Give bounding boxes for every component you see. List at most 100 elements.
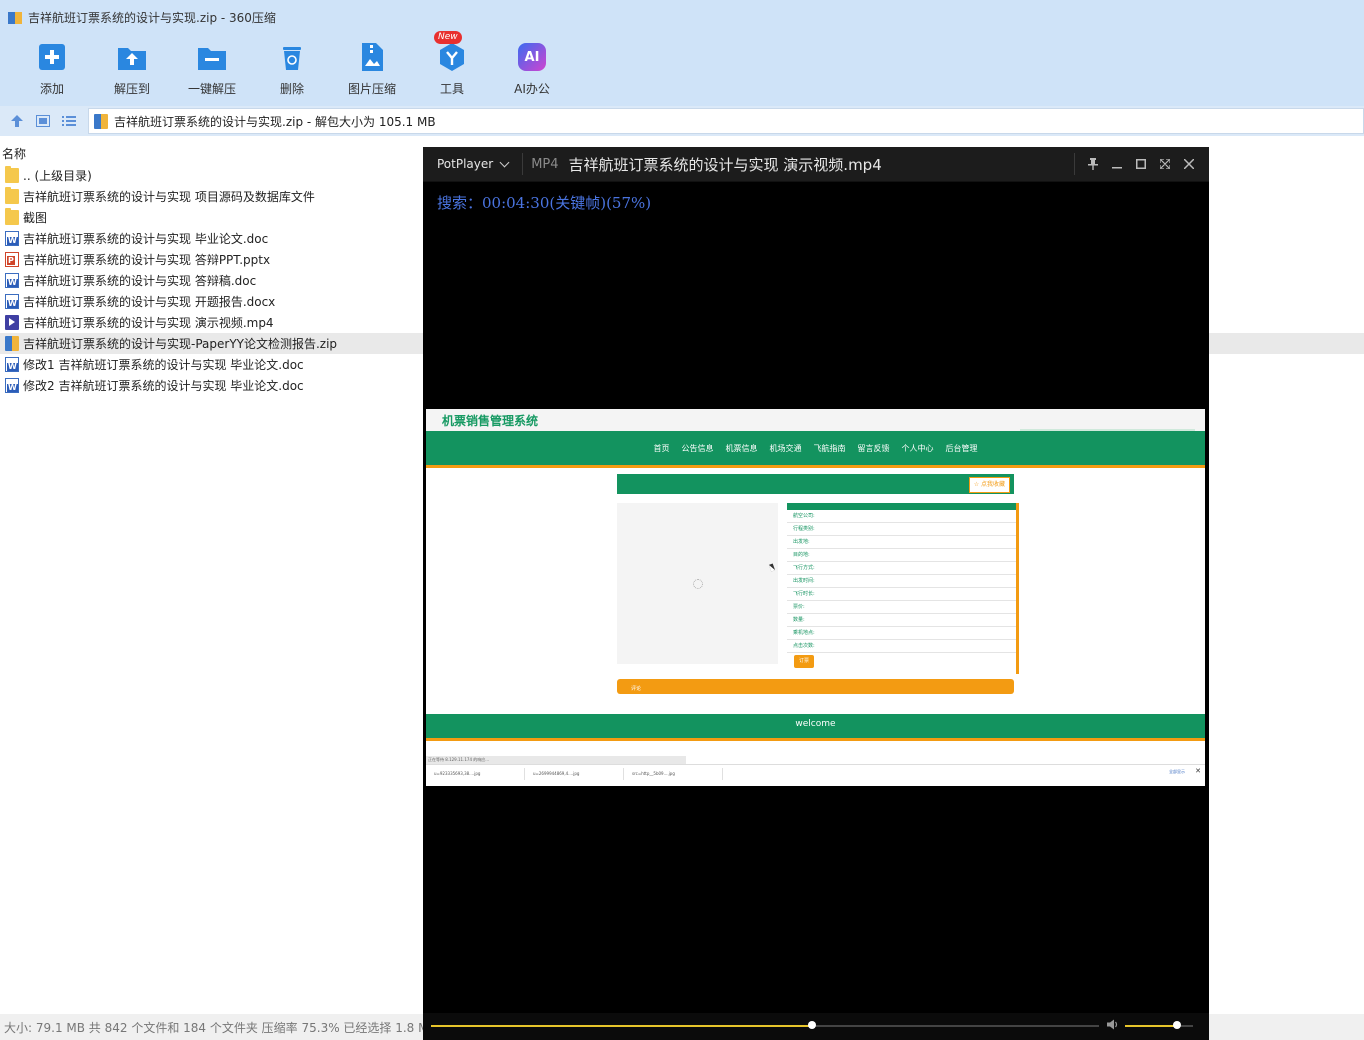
ai-office-button[interactable]: AI AI办公 — [492, 34, 572, 106]
player-titlebar: PotPlayer MP4 吉祥航班订票系统的设计与实现 演示视频.mp4 — [423, 147, 1209, 182]
file-name: 吉祥航班订票系统的设计与实现 开题报告.docx — [23, 295, 276, 309]
status-text: 大小: 79.1 MB 共 842 个文件和 184 个文件夹 压缩率 75.3… — [4, 1020, 423, 1035]
file-name: 吉祥航班订票系统的设计与实现 答辩PPT.pptx — [23, 253, 271, 267]
favorite-button: ☆ 点我收藏 — [968, 477, 1010, 493]
pin-button[interactable] — [1081, 152, 1105, 176]
window-titlebar: 吉祥航班订票系统的设计与实现.zip - 360压缩 — [0, 0, 1364, 34]
nav-item: 留言反馈 — [857, 443, 890, 453]
up-arrow-icon — [11, 115, 23, 127]
potplayer-window: PotPlayer MP4 吉祥航班订票系统的设计与实现 演示视频.mp4 搜索… — [423, 147, 1209, 1040]
nav-item: 机场交通 — [769, 443, 802, 453]
tools-icon — [440, 43, 464, 71]
window-controls — [1074, 147, 1201, 181]
file-row[interactable]: 吉祥航班订票系统的设计与实现 演示视频.mp4 — [0, 312, 423, 333]
up-level-button[interactable] — [8, 112, 26, 130]
extract-to-icon — [118, 48, 146, 70]
file-row[interactable]: 修改2 吉祥航班订票系统的设计与实现 毕业论文.doc — [0, 375, 423, 396]
volume-icon[interactable] — [1107, 1019, 1119, 1033]
minimize-button[interactable] — [1105, 152, 1129, 176]
info-field: 飞行方式: — [787, 562, 1016, 575]
add-label: 添加 — [39, 82, 64, 96]
site-footer: welcome — [426, 714, 1205, 741]
list-view-button[interactable] — [60, 112, 78, 130]
fullscreen-icon — [1160, 159, 1170, 169]
address-path: 吉祥航班订票系统的设计与实现.zip - 解包大小为 105.1 MB — [114, 114, 436, 129]
column-header-name[interactable]: 名称 — [0, 144, 423, 165]
info-field: 飞行时长: — [787, 588, 1016, 601]
site-title: 机票销售管理系统 — [442, 413, 539, 428]
maximize-icon — [1136, 159, 1146, 169]
video-frame[interactable]: 机票销售管理系统 首页 公告信息 机票信息 机场交通 飞航指南 留言反馈 个人中… — [426, 409, 1205, 786]
volume-slider[interactable] — [1125, 1021, 1193, 1029]
file-row[interactable]: 吉祥航班订票系统的设计与实现 答辩PPT.pptx — [0, 249, 423, 270]
pin-icon — [1088, 158, 1098, 170]
delete-label: 删除 — [279, 82, 304, 96]
potplayer-menu-button[interactable]: PotPlayer — [437, 157, 510, 171]
chevron-down-icon — [499, 157, 510, 167]
folder-icon — [5, 208, 19, 225]
show-all-downloads: 全部显示 — [1169, 769, 1185, 774]
address-field[interactable]: 吉祥航班订票系统的设计与实现.zip - 解包大小为 105.1 MB — [88, 108, 1364, 134]
folder-icon — [5, 187, 19, 204]
close-button[interactable] — [1177, 152, 1201, 176]
nav-item: 飞航指南 — [813, 443, 846, 453]
file-row[interactable]: 吉祥航班订票系统的设计与实现 项目源码及数据库文件 — [0, 186, 423, 207]
info-field: 目的地: — [787, 549, 1016, 562]
thumbnail-view-button[interactable] — [34, 112, 52, 130]
nav-item: 首页 — [653, 443, 670, 453]
player-brand: PotPlayer — [437, 157, 494, 171]
image-compress-button[interactable]: 图片压缩 — [332, 34, 412, 106]
new-badge: New — [434, 31, 462, 44]
file-name: 吉祥航班订票系统的设计与实现 项目源码及数据库文件 — [23, 190, 315, 204]
extract-to-button[interactable]: 解压到 — [92, 34, 172, 106]
add-icon — [39, 44, 65, 70]
word-doc-icon — [5, 231, 19, 246]
info-field: 出发时间: — [787, 575, 1016, 588]
info-field: 票价: — [787, 601, 1016, 614]
fullscreen-button[interactable] — [1153, 152, 1177, 176]
thumbnail-view-icon — [36, 115, 50, 127]
loading-spinner-icon — [693, 579, 703, 589]
toolbar: 添加 解压到 一键解压 删除 图片压缩 New 工具 AI AI办公 — [0, 31, 1364, 106]
list-view-icon — [62, 116, 76, 126]
download-item: u=923335693,38....jpg — [426, 768, 525, 780]
delete-button[interactable]: 删除 — [252, 34, 332, 106]
info-field: 点击次数: — [787, 640, 1016, 653]
video-format: MP4 — [531, 156, 559, 172]
download-item: u=2699944869,4....jpg — [525, 768, 624, 780]
word-doc-icon — [5, 294, 19, 309]
info-field: 行程类别: — [787, 523, 1016, 536]
word-doc-icon — [5, 378, 19, 393]
one-click-extract-label: 一键解压 — [187, 82, 236, 96]
file-name: 截图 — [23, 211, 48, 225]
file-row[interactable]: 修改1 吉祥航班订票系统的设计与实现 毕业论文.doc — [0, 354, 423, 375]
extract-to-label: 解压到 — [113, 82, 150, 96]
image-compress-label: 图片压缩 — [347, 82, 396, 96]
tools-label: 工具 — [439, 82, 464, 96]
delete-icon — [283, 47, 301, 70]
detail-header-bar: ☆ 点我收藏 — [617, 474, 1014, 494]
seek-bar[interactable] — [431, 1021, 1099, 1029]
controls-divider — [1074, 153, 1075, 175]
comment-tab: 评论 — [617, 679, 1014, 694]
seek-handle[interactable] — [807, 1021, 816, 1029]
zip-file-icon — [94, 113, 108, 129]
player-control-bar — [423, 1013, 1209, 1040]
file-name: 吉祥航班订票系统的设计与实现 答辩稿.doc — [23, 274, 257, 288]
file-row-parent[interactable]: .. (上级目录) — [0, 165, 423, 186]
file-row[interactable]: 截图 — [0, 207, 423, 228]
maximize-button[interactable] — [1129, 152, 1153, 176]
file-row[interactable]: 吉祥航班订票系统的设计与实现 开题报告.docx — [0, 291, 423, 312]
file-row[interactable]: 吉祥航班订票系统的设计与实现 毕业论文.doc — [0, 228, 423, 249]
volume-handle[interactable] — [1173, 1021, 1182, 1029]
ticket-image — [617, 503, 778, 664]
seek-osd-text: 搜索：00:04:30(关键帧)(57%) — [437, 194, 652, 212]
info-field: 出发地: — [787, 536, 1016, 549]
file-row[interactable]: 吉祥航班订票系统的设计与实现 答辩稿.doc — [0, 270, 423, 291]
tools-button[interactable]: New 工具 — [412, 31, 492, 106]
address-bar: 吉祥航班订票系统的设计与实现.zip - 解包大小为 105.1 MB — [0, 106, 1364, 136]
add-button[interactable]: 添加 — [12, 34, 92, 106]
download-bar-close-icon: ✕ — [1195, 767, 1201, 775]
site-body: ☆ 点我收藏 航空公司: 行程类别: 出发地: 目的地: 飞行方式: 出发时间:… — [426, 468, 1205, 714]
one-click-extract-button[interactable]: 一键解压 — [172, 34, 252, 106]
